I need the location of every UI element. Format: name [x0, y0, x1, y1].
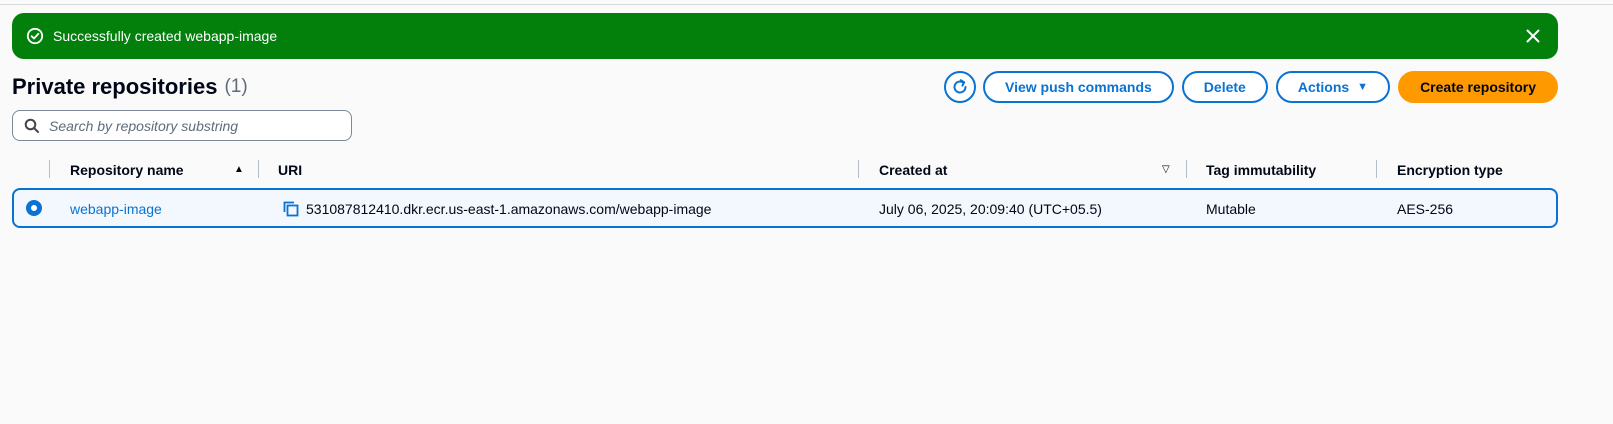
repository-name-link[interactable]: webapp-image — [70, 201, 162, 217]
table-row[interactable]: webapp-image 531087812410.dkr.ecr.us-eas… — [12, 188, 1558, 228]
delete-label: Delete — [1203, 79, 1246, 95]
column-divider[interactable] — [858, 160, 859, 178]
search-field — [12, 110, 352, 141]
top-divider — [0, 4, 1613, 5]
created-at-value: July 06, 2025, 20:09:40 (UTC+05.5) — [879, 201, 1102, 217]
create-repository-label: Create repository — [1420, 79, 1536, 95]
sort-ascending-icon[interactable]: ▲ — [234, 164, 244, 175]
column-divider[interactable] — [1376, 160, 1377, 178]
column-header-created-at[interactable]: Created at — [879, 162, 947, 178]
column-header-repository-name[interactable]: Repository name — [70, 162, 184, 178]
header-actions: View push commands Delete Actions ▼ Crea… — [944, 71, 1558, 103]
create-repository-button[interactable]: Create repository — [1398, 71, 1558, 103]
refresh-icon — [951, 78, 969, 96]
row-select-radio[interactable] — [26, 200, 42, 216]
copy-icon[interactable] — [282, 200, 300, 218]
flash-message: Successfully created webapp-image — [53, 28, 278, 44]
success-flashbar: Successfully created webapp-image — [12, 13, 1558, 59]
column-header-uri: URI — [278, 162, 303, 178]
view-push-commands-button[interactable]: View push commands — [983, 71, 1174, 103]
repository-count: (1) — [224, 76, 248, 97]
refresh-button[interactable] — [944, 71, 977, 103]
table-header: Repository name ▲ URI Created at ▽ Tag i… — [12, 158, 1558, 182]
sort-toggle-icon[interactable]: ▽ — [1162, 164, 1170, 175]
column-divider[interactable] — [1186, 160, 1187, 178]
check-circle-icon — [26, 27, 44, 45]
repository-uri: 531087812410.dkr.ecr.us-east-1.amazonaws… — [306, 201, 712, 217]
delete-button[interactable]: Delete — [1181, 71, 1268, 103]
page-title: Private repositories — [12, 74, 218, 99]
close-icon[interactable] — [1522, 25, 1544, 47]
search-input[interactable] — [49, 117, 339, 134]
encryption-type-value: AES-256 — [1397, 201, 1454, 217]
actions-dropdown[interactable]: Actions ▼ — [1275, 71, 1391, 103]
column-divider[interactable] — [258, 160, 259, 178]
column-header-encryption-type: Encryption type — [1397, 162, 1503, 178]
view-push-commands-label: View push commands — [1005, 79, 1152, 95]
tag-immutability-value: Mutable — [1206, 201, 1256, 217]
caret-down-icon: ▼ — [1357, 81, 1369, 93]
actions-label: Actions — [1297, 79, 1350, 95]
page-header: Private repositories (1) — [12, 70, 248, 104]
column-divider — [49, 160, 50, 178]
column-header-tag-immutability: Tag immutability — [1206, 162, 1317, 178]
search-icon — [24, 118, 40, 134]
